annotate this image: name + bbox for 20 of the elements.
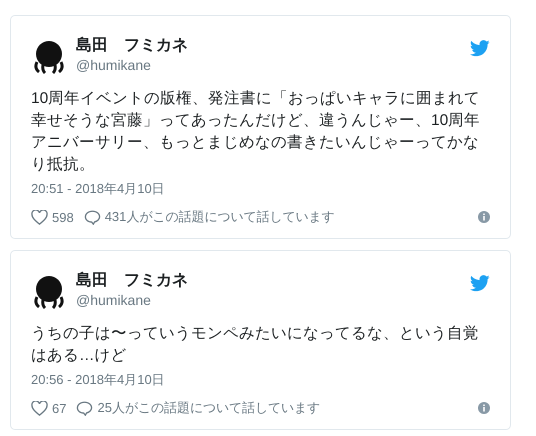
like-button[interactable]: 67 [31,400,66,416]
heart-icon [31,210,48,224]
info-icon[interactable] [478,402,490,414]
tweet-text: うちの子は〜っていうモンペみたいになってるな、という自覚はある…けど [31,324,480,366]
reply-button[interactable]: 431人がこの話題について話しています [84,208,334,226]
bird-icon[interactable] [470,40,490,57]
heart-icon [31,400,48,416]
bird-icon[interactable] [470,275,490,292]
author-name[interactable]: 島田 フミカネ [76,271,461,291]
author-name[interactable]: 島田 フミカネ [76,36,461,56]
like-button[interactable]: 598 [31,210,74,224]
tweet-text: 10周年イベントの版権、発注書に「おっぱいキャラに囲まれて幸せそうな宮藤」ってあったんだけど、違うんじゃー、10周年アニバーサリー、もっとまじめなの書きたいんじゃーってかなり抵抗。 [31,89,482,175]
info-icon[interactable] [478,211,490,223]
speech-bubble-icon [84,210,101,224]
tweet-date[interactable]: 20:51 - 2018年4月10日 [31,180,490,198]
author-handle[interactable]: @humikane [76,291,461,309]
author-handle[interactable]: @humikane [76,56,461,74]
speech-bubble-icon [76,400,94,416]
reply-button[interactable]: 25人がこの話題について話しています [76,399,320,417]
tweet-date[interactable]: 20:56 - 2018年4月10日 [31,371,490,389]
